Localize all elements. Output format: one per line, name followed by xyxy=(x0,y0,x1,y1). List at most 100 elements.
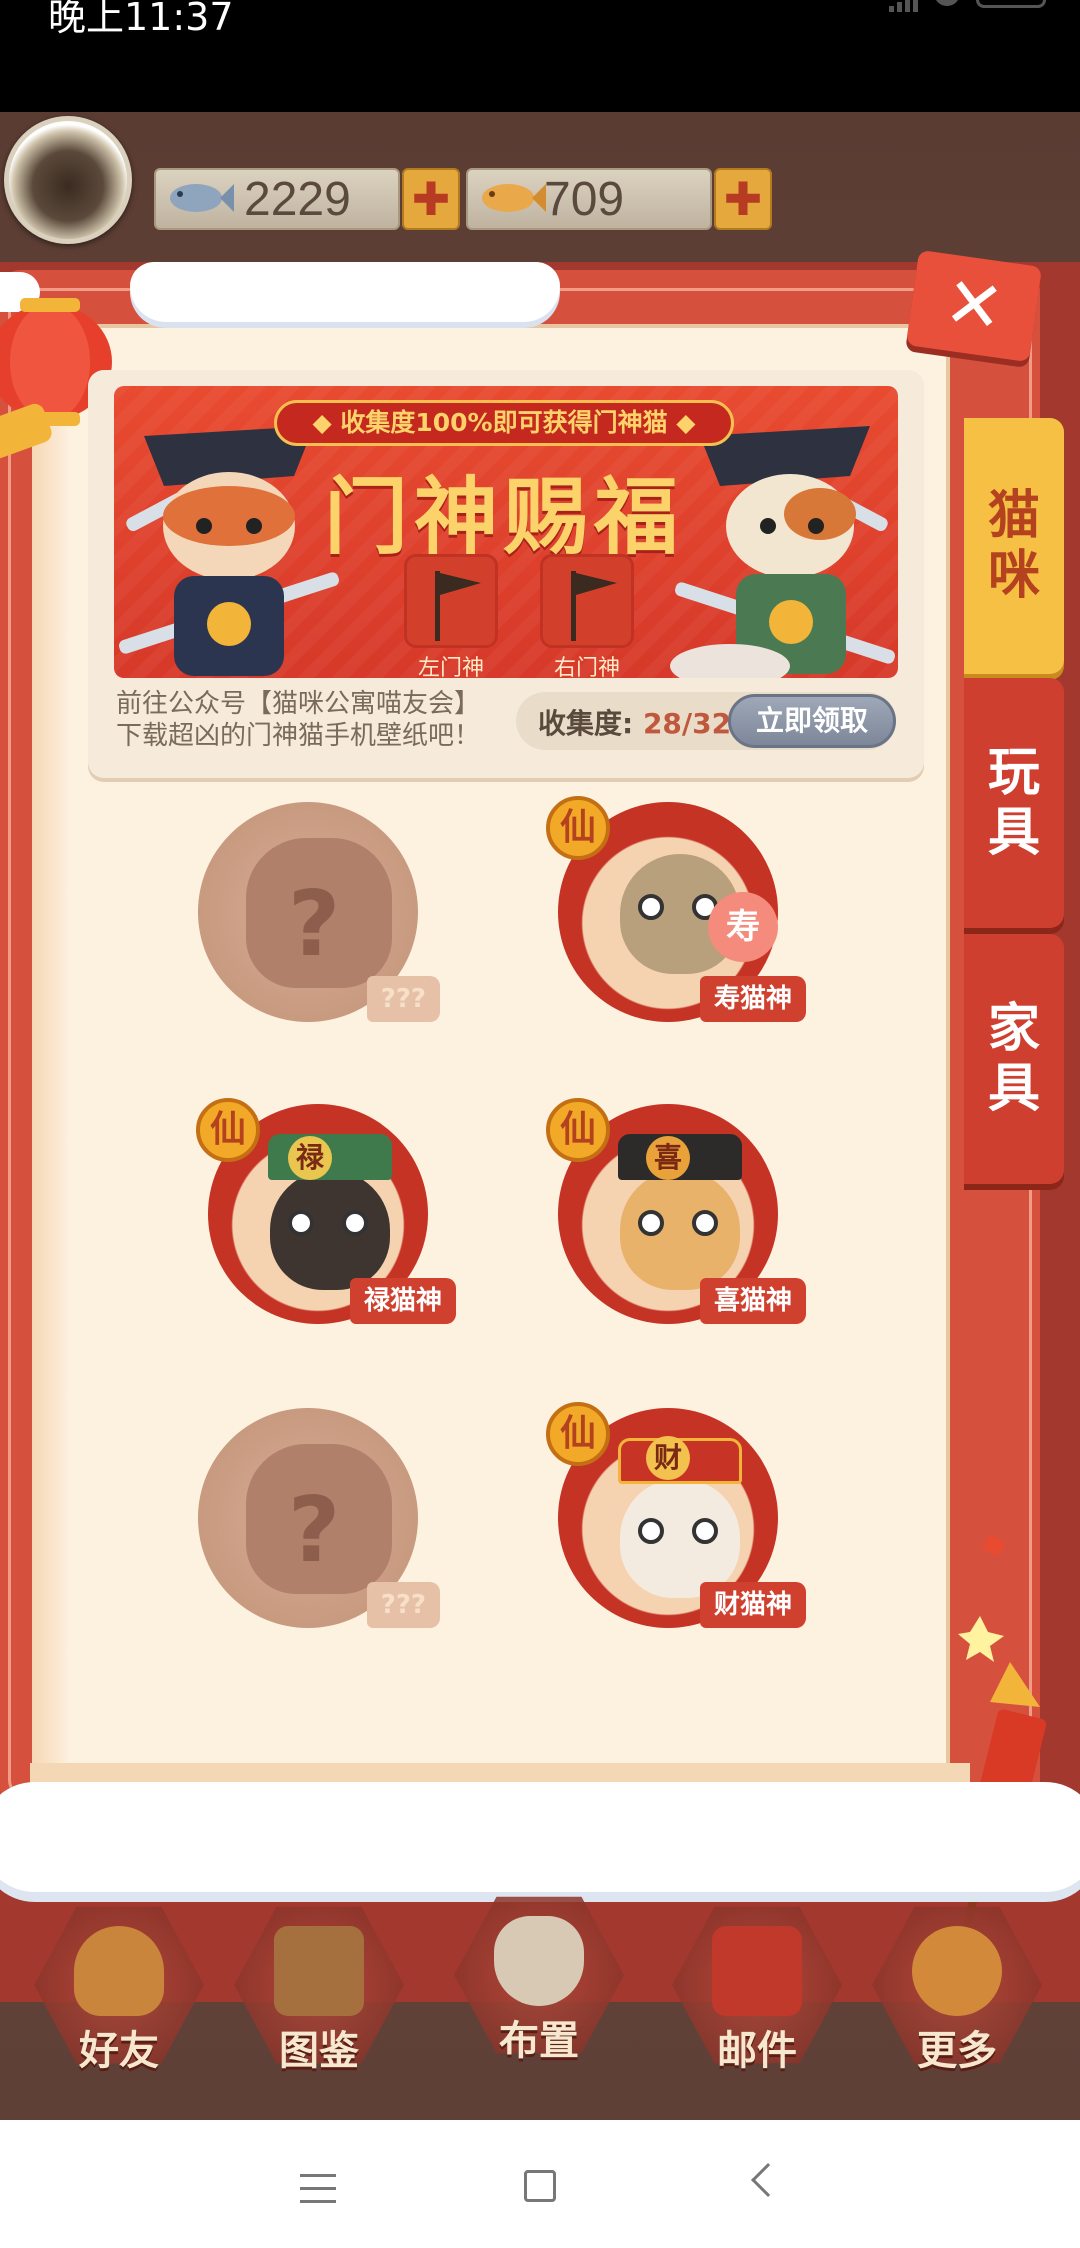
immortal-badge-icon: 仙 xyxy=(546,1402,610,1466)
nav-more[interactable]: 更多 xyxy=(862,1890,1052,2100)
tab-cats-label-1: 猫 xyxy=(987,486,1040,546)
tab-cats[interactable]: 猫 咪 xyxy=(964,418,1064,674)
close-button[interactable]: ✕ xyxy=(905,249,1043,363)
nav-mail-label: 邮件 xyxy=(717,2028,797,2074)
cat-card[interactable]: ? ??? xyxy=(186,1408,446,1628)
cat-name: ??? xyxy=(366,1582,440,1628)
nav-mail[interactable]: 邮件 xyxy=(662,1890,852,2100)
claim-button[interactable]: 立即领取 xyxy=(728,694,896,748)
right-door-god-label: 右门神 xyxy=(553,656,620,678)
cat-name: 禄猫神 xyxy=(349,1278,456,1324)
snow-decoration-top xyxy=(130,262,560,322)
immortal-badge-icon: 仙 xyxy=(546,796,610,860)
tab-furniture[interactable]: 家 具 xyxy=(964,934,1064,1184)
nav-friends-label: 好友 xyxy=(79,2028,159,2074)
friends-icon xyxy=(74,1926,164,2016)
nav-friends[interactable]: 好友 xyxy=(24,1890,214,2100)
blue-fish-icon xyxy=(170,184,234,212)
event-hint-line-2: 下载超凶的门神猫手机壁纸吧！ xyxy=(116,721,481,751)
cat-eye xyxy=(692,1210,718,1236)
fish-currency-blue: 2229 xyxy=(154,168,400,230)
event-pill: ◆ 收集度100%即可获得门神猫 ◆ xyxy=(274,400,734,446)
home-icon[interactable] xyxy=(524,2170,556,2202)
progress-value: 28/32 xyxy=(642,707,732,740)
book-spine xyxy=(32,324,68,1874)
status-bar: 晚上11:37 xyxy=(0,0,1080,112)
right-door-god-slot[interactable] xyxy=(540,554,634,648)
cat-portrait xyxy=(270,1170,390,1290)
status-time: 晚上11:37 xyxy=(48,0,234,39)
cat-name: 财猫神 xyxy=(699,1582,806,1628)
nav-decorate-label: 布置 xyxy=(499,2018,579,2064)
cat-eye xyxy=(288,1210,314,1236)
mail-icon xyxy=(712,1926,802,2016)
cat-name: 喜猫神 xyxy=(699,1278,806,1324)
peach-icon: 寿 xyxy=(708,892,778,962)
immortal-badge-icon: 仙 xyxy=(546,1098,610,1162)
hat-emblem: 禄 xyxy=(288,1136,332,1180)
tab-furniture-label-2: 具 xyxy=(987,1059,1040,1119)
progress-label: 收集度: xyxy=(538,707,634,740)
cat-portrait xyxy=(620,1170,740,1290)
flag-icon xyxy=(571,571,617,641)
tab-furniture-label-1: 家 xyxy=(987,999,1040,1059)
top-bar: 2229 ✚ 709 ✚ xyxy=(0,112,1080,262)
fish-gold-count: 709 xyxy=(544,173,625,226)
battery-icon xyxy=(976,0,1046,8)
event-banner[interactable]: ◆ 收集度100%即可获得门神猫 ◆ 门神赐福 左门神 右门神 xyxy=(114,386,898,678)
tab-cats-label-2: 咪 xyxy=(987,546,1040,606)
hat-emblem: 财 xyxy=(646,1436,690,1480)
cat-portrait xyxy=(620,1478,740,1598)
nav-album-label: 图鉴 xyxy=(279,2028,359,2074)
fish-currency-gold: 709 xyxy=(466,168,712,230)
system-nav-bar xyxy=(0,2120,1080,2248)
event-hint-line-1: 前往公众号【猫咪公寓喵友会】 xyxy=(116,689,481,719)
add-gold-fish-button[interactable]: ✚ xyxy=(714,168,772,230)
cat-card[interactable]: 禄 仙 禄猫神 xyxy=(196,1098,456,1324)
event-title: 门神赐福 xyxy=(323,468,684,566)
back-icon[interactable] xyxy=(751,2163,785,2197)
album-icon xyxy=(274,1926,364,2016)
cat-card[interactable]: 寿 仙 寿猫神 xyxy=(546,796,806,1022)
cat-eye xyxy=(342,1210,368,1236)
tab-toys[interactable]: 玩 具 xyxy=(964,678,1064,928)
signal-icon xyxy=(889,0,918,12)
tab-toys-label-2: 具 xyxy=(987,803,1040,863)
more-icon xyxy=(912,1926,1002,2016)
game-view: 2229 ✚ 709 ✚ ✕ 猫 咪 玩 具 家 具 ◆ 收集度100%即可获得… xyxy=(0,112,1080,2120)
cat-card[interactable]: 财 仙 财猫神 xyxy=(546,1402,806,1628)
decorate-icon xyxy=(494,1916,584,2006)
immortal-badge-icon: 仙 xyxy=(196,1098,260,1162)
nav-album[interactable]: 图鉴 xyxy=(224,1890,414,2100)
collection-progress: 收集度: 28/32 立即领取 xyxy=(516,692,896,750)
cat-name: 寿猫神 xyxy=(699,976,806,1022)
cat-name: ??? xyxy=(366,976,440,1022)
snow-bank xyxy=(0,1782,1080,1892)
left-door-god-slot[interactable] xyxy=(404,554,498,648)
add-blue-fish-button[interactable]: ✚ xyxy=(402,168,460,230)
hat-emblem: 喜 xyxy=(646,1136,690,1180)
menu-icon[interactable] xyxy=(300,2174,336,2204)
status-icons xyxy=(889,0,1046,12)
progress-text: 收集度: 28/32 xyxy=(538,702,731,742)
cat-eye xyxy=(638,1518,664,1544)
bottom-nav: 好友 图鉴 布置 邮件 更多 xyxy=(0,1890,1080,2120)
gold-fish-icon xyxy=(482,184,546,212)
app-root: 晚上11:37 2229 ✚ 709 ✚ ✕ 猫 咪 玩 具 家 具 ◆ 收集度… xyxy=(0,0,1080,2248)
cat-eye xyxy=(638,1210,664,1236)
wifi-icon xyxy=(934,0,960,6)
cat-eye xyxy=(638,894,664,920)
flag-icon xyxy=(435,571,481,641)
event-hint-text: 前往公众号【猫咪公寓喵友会】 下载超凶的门神猫手机壁纸吧！ xyxy=(116,688,480,752)
question-mark-icon: ? xyxy=(288,1478,341,1583)
nav-more-label: 更多 xyxy=(917,2028,997,2074)
nav-decorate[interactable]: 布置 xyxy=(444,1880,634,2090)
player-avatar[interactable] xyxy=(4,116,132,244)
tab-toys-label-1: 玩 xyxy=(987,743,1040,803)
cat-card[interactable]: ? ??? xyxy=(186,802,446,1022)
cat-card[interactable]: 喜 仙 喜猫神 xyxy=(546,1098,806,1324)
question-mark-icon: ? xyxy=(288,872,341,977)
cat-eye xyxy=(692,1518,718,1544)
fish-blue-count: 2229 xyxy=(244,173,351,226)
left-door-god-label: 左门神 xyxy=(417,656,484,678)
